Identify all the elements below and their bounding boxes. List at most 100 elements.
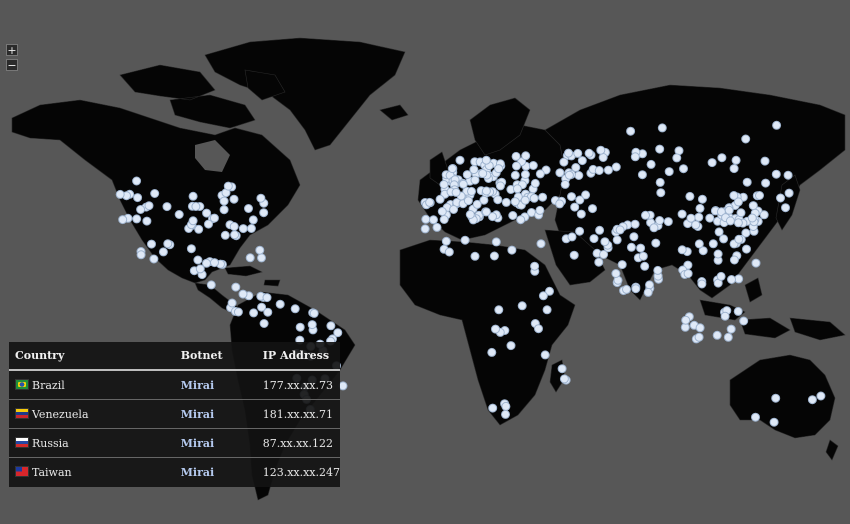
- infection-marker: [309, 308, 319, 318]
- africa: [399, 239, 576, 426]
- infection-marker: [653, 265, 663, 275]
- infection-marker: [725, 216, 735, 226]
- ip-cell: 181.xx.xx.71: [256, 399, 340, 429]
- infection-marker: [594, 166, 604, 175]
- infection-marker: [455, 155, 465, 165]
- infection-marker: [776, 193, 785, 203]
- infection-marker: [640, 261, 650, 271]
- infection-marker: [761, 178, 771, 188]
- infection-marker: [747, 213, 757, 223]
- new-zealand: [825, 439, 839, 461]
- infection-marker: [501, 409, 510, 419]
- zoom-in-button[interactable]: +: [6, 44, 18, 56]
- infection-marker: [694, 332, 704, 342]
- infection-marker: [511, 151, 521, 161]
- infection-marker: [599, 250, 609, 259]
- infection-marker: [295, 322, 305, 332]
- infection-marker: [694, 212, 704, 222]
- infection-marker: [759, 210, 769, 220]
- infection-marker: [142, 216, 152, 226]
- infection-marker: [596, 145, 606, 155]
- country-name: Brazil: [32, 378, 65, 392]
- botnet-cell: Mirai: [180, 465, 215, 479]
- infection-marker: [760, 156, 770, 166]
- infection-marker: [555, 199, 565, 209]
- infection-marker: [512, 161, 521, 171]
- infection-marker: [681, 315, 691, 325]
- zoom-out-button[interactable]: −: [6, 59, 18, 71]
- infection-marker: [643, 287, 653, 297]
- infection-marker: [717, 153, 727, 163]
- infection-marker: [603, 165, 613, 175]
- infection-marker: [188, 191, 198, 201]
- infection-marker: [629, 232, 639, 242]
- infection-marker: [560, 179, 570, 189]
- infection-marker: [535, 169, 545, 179]
- infection-marker: [611, 269, 621, 278]
- infection-marker: [574, 171, 584, 180]
- infection-marker: [612, 235, 622, 245]
- infection-marker: [535, 205, 545, 215]
- infection-marker: [219, 205, 229, 215]
- infection-marker: [506, 341, 516, 351]
- table-row[interactable]: Russia Mirai 87.xx.xx.122: [9, 428, 340, 458]
- brazil-flag-icon: [15, 378, 29, 390]
- infection-marker: [481, 155, 491, 165]
- infection-marker: [259, 319, 269, 328]
- infection-marker: [229, 194, 239, 204]
- infection-marker: [729, 164, 739, 174]
- infection-marker: [708, 239, 718, 249]
- infection-marker: [481, 186, 491, 196]
- infection-marker: [248, 215, 258, 225]
- infection-marker: [429, 215, 438, 225]
- infection-marker: [132, 176, 142, 186]
- infection-marker: [245, 253, 255, 263]
- infection-marker: [555, 168, 565, 178]
- infection-marker: [507, 245, 517, 255]
- infection-marker: [771, 393, 781, 403]
- infection-marker: [231, 282, 241, 292]
- infection-marker: [118, 215, 128, 225]
- table-row[interactable]: Venezuela Mirai 181.xx.xx.71: [9, 399, 340, 429]
- infection-marker: [677, 245, 687, 255]
- infection-marker: [724, 205, 734, 215]
- infection-marker: [538, 192, 548, 202]
- infection-marker: [734, 234, 744, 244]
- infection-marker: [510, 197, 520, 207]
- infection-marker: [510, 170, 520, 180]
- infection-marker: [588, 204, 597, 214]
- infection-marker: [326, 321, 336, 331]
- infection-marker: [751, 258, 761, 268]
- table-row[interactable]: Taiwan Mirai 123.xx.xx.247: [9, 458, 340, 487]
- british-isles: [379, 104, 449, 186]
- infection-marker: [465, 210, 475, 219]
- botnet-cell: Mirai: [174, 399, 257, 429]
- infection-marker: [150, 189, 160, 198]
- infection-marker: [437, 207, 447, 216]
- infection-marker: [136, 205, 146, 214]
- infection-marker: [470, 175, 480, 185]
- botnet-cell: Mirai: [174, 428, 257, 458]
- infection-marker: [729, 191, 739, 200]
- infection-marker: [716, 271, 726, 281]
- infection-marker: [470, 251, 480, 261]
- infection-marker: [512, 184, 522, 194]
- ip-cell: 123.xx.xx.247: [262, 465, 340, 479]
- infection-marker: [223, 181, 233, 191]
- country-name: Taiwan: [32, 465, 72, 479]
- table-row[interactable]: Brazil Mirai 177.xx.xx.73: [9, 370, 340, 400]
- infection-marker: [530, 261, 540, 271]
- infection-marker: [262, 293, 272, 303]
- infection-marker: [783, 170, 793, 180]
- infection-marker: [538, 291, 548, 301]
- infection-marker: [557, 364, 567, 374]
- infection-marker: [655, 216, 665, 225]
- infection-marker: [257, 253, 266, 263]
- infection-marker: [333, 328, 343, 338]
- infection-marker: [238, 224, 248, 234]
- infection-marker: [136, 250, 146, 260]
- infection-marker: [720, 311, 730, 321]
- infection-marker: [631, 284, 641, 294]
- table-header-row: Country Botnet IP Address: [9, 342, 340, 371]
- infection-marker: [705, 213, 715, 223]
